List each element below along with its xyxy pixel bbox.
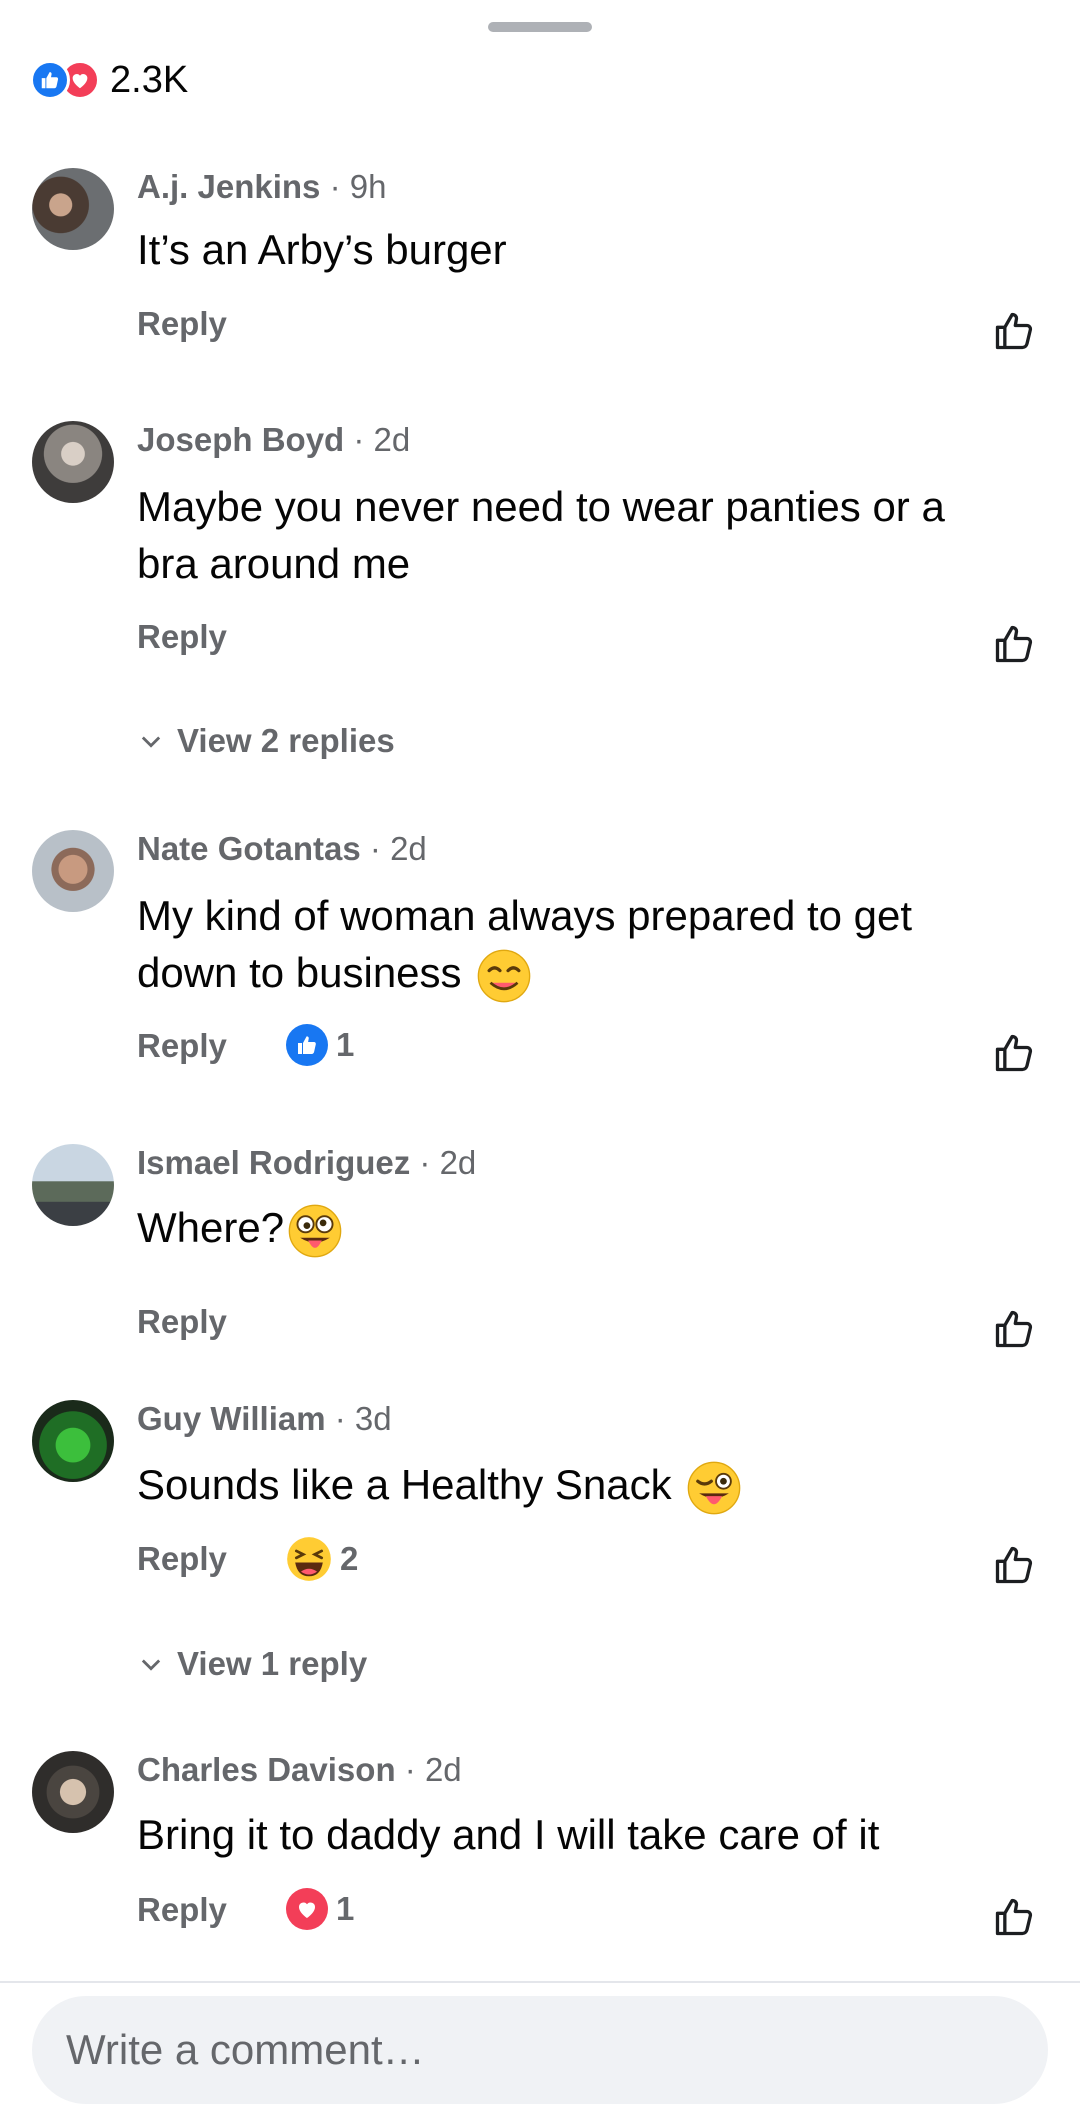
comment-text-content: Where? [137, 1204, 285, 1251]
comment-text: Sounds like a Healthy Snack [137, 1456, 1017, 1515]
comment-author[interactable]: Joseph Boyd [137, 421, 344, 458]
love-reaction-icon [286, 1888, 328, 1930]
comment-text-content: It’s an Arby’s burger [137, 226, 507, 273]
comment-author[interactable]: Guy William [137, 1400, 326, 1437]
comment-time[interactable]: 2d [440, 1144, 477, 1181]
like-reaction-icon [30, 60, 70, 100]
reply-button[interactable]: Reply [137, 1891, 227, 1929]
comment-text: My kind of woman always prepared to get … [137, 887, 1017, 1003]
avatar[interactable] [32, 1144, 114, 1226]
comment-text-content: Sounds like a Healthy Snack [137, 1461, 672, 1508]
comment-text: Bring it to daddy and I will take care o… [137, 1806, 1017, 1863]
like-icon[interactable] [992, 1031, 1036, 1075]
comment-text-content: Maybe you never need to wear panties or … [137, 483, 945, 587]
reply-button[interactable]: Reply [137, 1540, 227, 1578]
comment-author[interactable]: Nate Gotantas [137, 830, 361, 867]
reply-button[interactable]: Reply [137, 1027, 227, 1065]
view-replies-button[interactable]: View 1 reply [137, 1645, 367, 1683]
comment-time[interactable]: 2d [425, 1751, 462, 1788]
reply-button[interactable]: Reply [137, 618, 227, 656]
separator: · [369, 830, 381, 867]
separator: · [353, 421, 365, 458]
comment-author[interactable]: A.j. Jenkins [137, 168, 320, 205]
separator: · [334, 1400, 346, 1437]
composer-divider [0, 1981, 1080, 1983]
comment-time[interactable]: 2d [374, 421, 411, 458]
like-icon[interactable] [992, 622, 1036, 666]
avatar[interactable] [32, 1751, 114, 1833]
like-icon[interactable] [992, 1307, 1036, 1351]
winking-tongue-face-icon [687, 1461, 741, 1515]
like-icon[interactable] [992, 1543, 1036, 1587]
reactions-summary[interactable]: 2.3K [30, 58, 188, 102]
comment-text: Maybe you never need to wear panties or … [137, 478, 1017, 592]
view-replies-label: View 2 replies [177, 722, 395, 759]
reaction-count[interactable]: 1 [286, 1888, 354, 1930]
avatar[interactable] [32, 421, 114, 503]
separator: · [419, 1144, 431, 1181]
comment-text-content: Bring it to daddy and I will take care o… [137, 1811, 880, 1858]
reply-button[interactable]: Reply [137, 305, 227, 343]
reaction-count[interactable]: 2 [286, 1536, 358, 1582]
reaction-count-value: 1 [336, 1890, 355, 1927]
separator: · [404, 1751, 416, 1788]
comment-composer[interactable]: Write a comment… [32, 1996, 1048, 2104]
reactions-count: 2.3K [110, 58, 189, 101]
view-replies-label: View 1 reply [177, 1645, 368, 1682]
reaction-count-value: 1 [336, 1026, 355, 1063]
goofy-tongue-face-icon [288, 1204, 342, 1258]
comment-text: It’s an Arby’s burger [137, 221, 1017, 278]
chevron-down-icon [141, 1659, 161, 1671]
like-icon[interactable] [992, 1895, 1036, 1939]
avatar[interactable] [32, 168, 114, 250]
like-icon[interactable] [992, 309, 1036, 353]
separator: · [329, 168, 341, 205]
comment-time[interactable]: 3d [355, 1400, 392, 1437]
reply-button[interactable]: Reply [137, 1303, 227, 1341]
comment-author[interactable]: Ismael Rodriguez [137, 1144, 410, 1181]
comment-time[interactable]: 2d [390, 830, 427, 867]
drag-handle[interactable] [488, 22, 592, 32]
comment-text: Where? [137, 1199, 1017, 1258]
comment-time[interactable]: 9h [350, 168, 387, 205]
comment-author[interactable]: Charles Davison [137, 1751, 396, 1788]
chevron-down-icon [141, 736, 161, 748]
like-reaction-icon [286, 1024, 328, 1066]
reaction-count[interactable]: 1 [286, 1024, 354, 1066]
smirk-face-icon [477, 949, 531, 1003]
avatar[interactable] [32, 1400, 114, 1482]
view-replies-button[interactable]: View 2 replies [137, 722, 395, 760]
comment-input-placeholder[interactable]: Write a comment… [66, 2026, 425, 2074]
reaction-count-value: 2 [340, 1540, 359, 1577]
haha-reaction-icon [287, 1537, 331, 1581]
avatar[interactable] [32, 830, 114, 912]
